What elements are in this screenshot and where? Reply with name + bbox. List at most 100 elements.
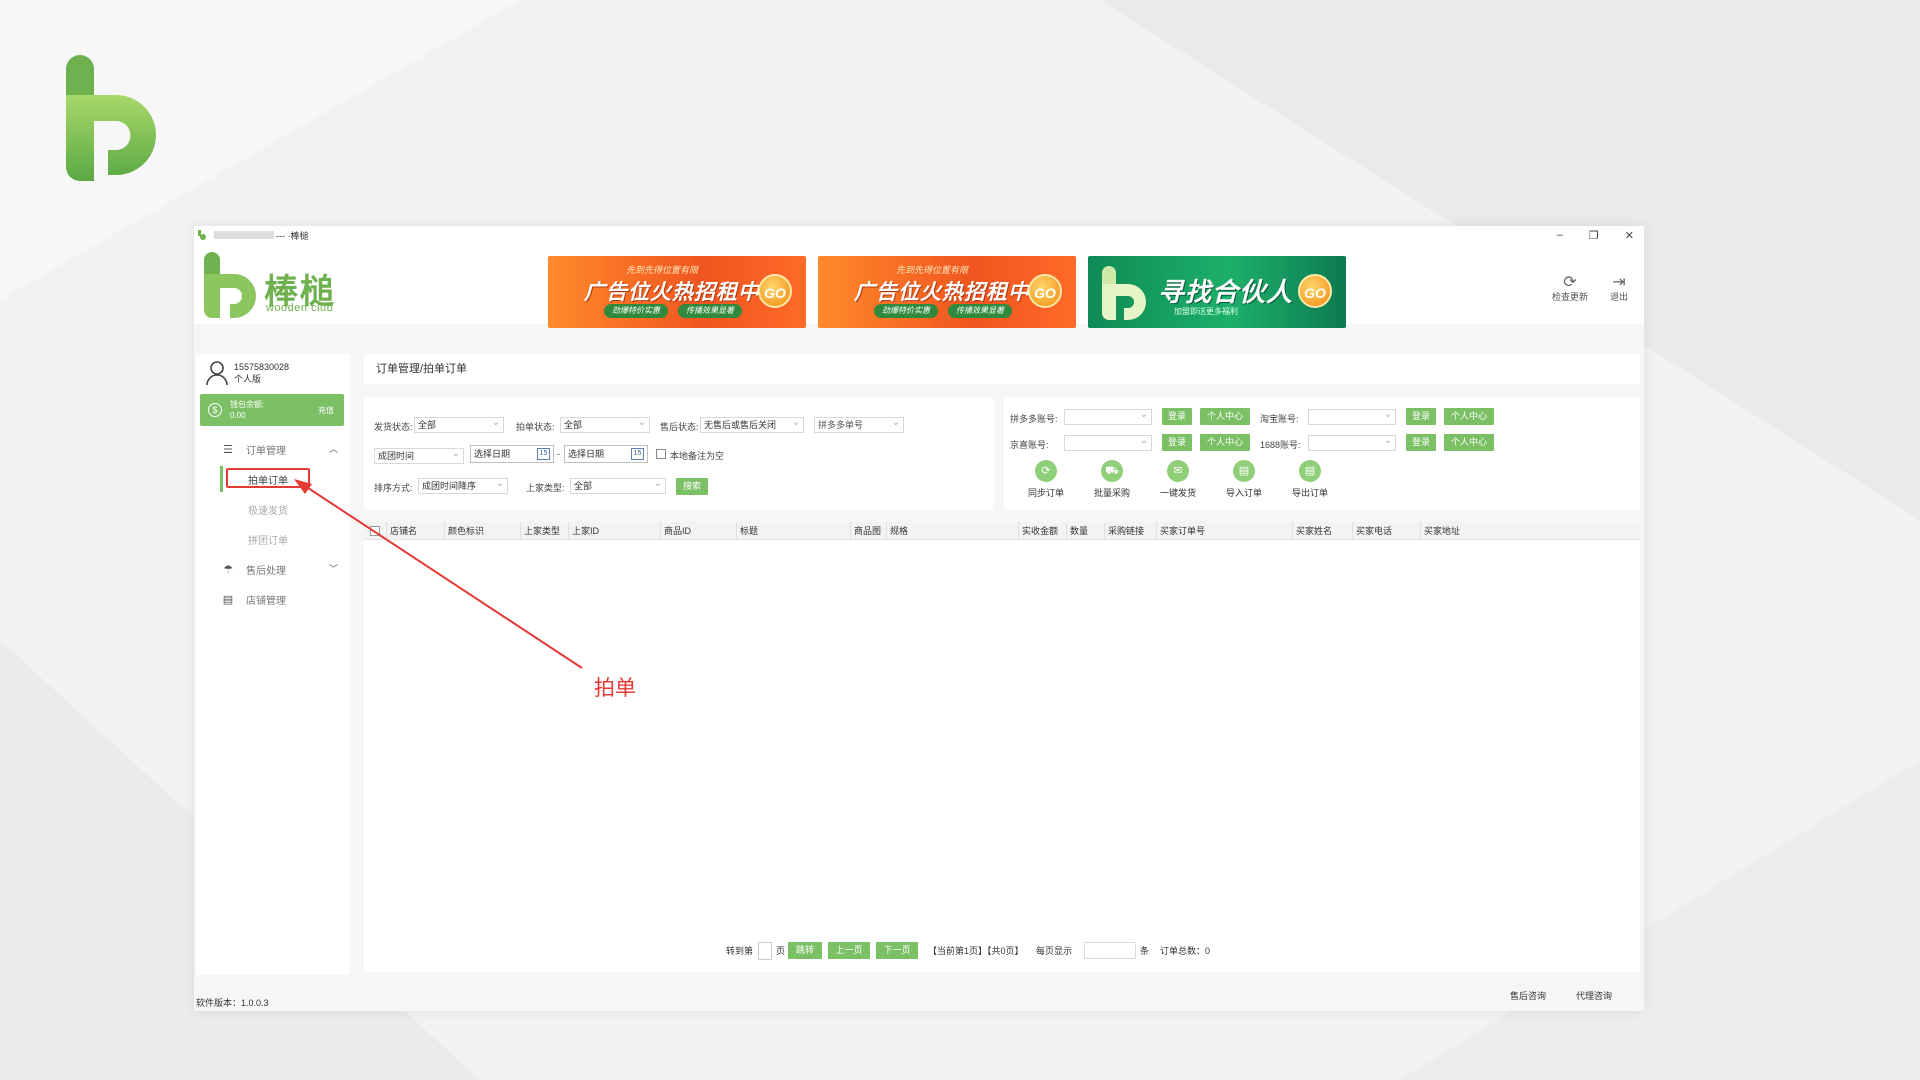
calendar-icon[interactable]: 15	[631, 448, 644, 460]
sync-orders-button[interactable]: ⟳ 同步订单	[1016, 460, 1076, 499]
export-orders-button[interactable]: ▤ 导出订单	[1280, 460, 1340, 499]
sidebar-item-shop-management[interactable]: ▤ 店铺管理	[196, 584, 350, 614]
column-header[interactable]: 买家姓名	[1292, 522, 1352, 540]
taobao-account-select[interactable]	[1308, 408, 1396, 425]
title-bar: --- ·棒槌 – ❐ ✕	[194, 226, 1644, 244]
app-small-icon	[198, 230, 206, 240]
banner-logo-icon	[1102, 266, 1146, 320]
column-header[interactable]: 店铺名	[386, 522, 444, 540]
check-update-button[interactable]: ⟳ 检查更新	[1548, 272, 1592, 303]
batch-purchase-button[interactable]: ⛟ 批量采购	[1082, 460, 1142, 499]
select-all-checkbox[interactable]	[370, 526, 380, 536]
column-header[interactable]: 买家电话	[1352, 522, 1420, 540]
user-info: 15575830028 个人版	[206, 360, 289, 386]
sidebar-item-group-orders[interactable]: 拼团订单	[196, 524, 350, 554]
date-end-picker[interactable]: 选择日期 15	[564, 445, 648, 463]
import-icon: ▤	[1233, 460, 1255, 482]
go-badge-icon: GO	[758, 274, 792, 308]
sidebar-item-pai-dan-orders[interactable]: 拍单订单	[196, 464, 350, 494]
jd-account-select[interactable]	[1064, 434, 1152, 451]
app-window: --- ·棒槌 – ❐ ✕ 棒槌 wooden club 先到先得位置有限 广告…	[194, 226, 1644, 1011]
page-number-input[interactable]	[758, 942, 772, 960]
list-icon: ☰	[223, 443, 233, 456]
restore-button[interactable]: ❐	[1589, 229, 1599, 242]
banner-top-text: 先到先得位置有限	[626, 265, 699, 275]
prev-page-button[interactable]: 上一页	[828, 942, 870, 959]
sidebar-item-after-sale[interactable]: ☂ 售后处理 ﹀	[196, 554, 350, 584]
pdd-center-button[interactable]: 个人中心	[1200, 408, 1250, 425]
ship-icon: ✉	[1167, 460, 1189, 482]
supplier-type-select[interactable]: 全部	[570, 477, 666, 494]
sidebar-item-fast-shipping[interactable]: 极速发货	[196, 494, 350, 524]
import-orders-button[interactable]: ▤ 导入订单	[1214, 460, 1274, 499]
logout-button[interactable]: ⇥ 退出	[1597, 272, 1641, 303]
column-header[interactable]: 上家ID	[568, 522, 660, 540]
agent-consult-link[interactable]: 代理咨询	[1576, 989, 1612, 1002]
banner-sub-text: 加盟即送更多福利	[1174, 307, 1238, 316]
per-page-label: 每页显示	[1036, 946, 1073, 956]
pdd-order-number-input[interactable]: 拼多多单号	[814, 416, 904, 433]
jd-center-button[interactable]: 个人中心	[1200, 434, 1250, 451]
order-total: 订单总数：0	[1160, 946, 1211, 956]
ship-status-select[interactable]: 全部	[414, 416, 504, 433]
time-type-select[interactable]: 成团时间	[374, 447, 464, 464]
sidebar-item-order-management[interactable]: ☰ 订单管理 ︿	[196, 434, 350, 464]
per-unit-label: 条	[1140, 946, 1150, 956]
breadcrumb: 订单管理/拍单订单	[364, 354, 1640, 384]
ali1688-account-select[interactable]	[1308, 434, 1396, 451]
chevron-down-icon: ﹀	[328, 564, 338, 574]
column-header[interactable]: 实收金额	[1018, 522, 1066, 540]
after-sale-consult-link[interactable]: 售后咨询	[1510, 989, 1546, 1002]
column-header[interactable]: 数量	[1066, 522, 1104, 540]
ad-banner-3[interactable]: 寻找合伙人 加盟即送更多福利 GO	[1088, 256, 1346, 328]
jump-button[interactable]: 跳转	[788, 942, 822, 959]
close-button[interactable]: ✕	[1625, 229, 1634, 242]
pagination: 转到第 页 跳转 上一页 下一页 【当前第1页】【共0页】 每页显示 条 订单总…	[364, 940, 1640, 962]
column-header[interactable]: 采购链接	[1104, 522, 1156, 540]
ali1688-center-button[interactable]: 个人中心	[1444, 434, 1494, 451]
sidebar: 15575830028 个人版 $ 钱包余额: 0.00 充值 ☰ 订单管理 ︿…	[196, 354, 350, 975]
action-label: 同步订单	[1027, 488, 1064, 498]
sort-select[interactable]: 成团时间降序	[418, 477, 508, 494]
jd-login-button[interactable]: 登录	[1162, 434, 1192, 451]
date-separator: -	[557, 449, 560, 459]
after-sale-status-select[interactable]: 无售后或售后关闭	[700, 416, 804, 433]
shop-icon: ▤	[222, 593, 234, 606]
action-label: 导入订单	[1225, 488, 1262, 498]
banner-pill: 劲爆特价实惠	[604, 304, 668, 318]
column-header[interactable]: 标题	[736, 522, 850, 540]
column-header[interactable]: 商品ID	[660, 522, 736, 540]
ship-status-label: 发货状态:	[374, 422, 413, 432]
supplier-type-label: 上家类型:	[526, 483, 565, 493]
pdd-account-select[interactable]	[1064, 408, 1152, 425]
calendar-icon[interactable]: 15	[537, 448, 550, 460]
goto-label: 转到第	[726, 946, 754, 956]
search-button[interactable]: 搜索	[676, 478, 708, 495]
column-header[interactable]: 上家类型	[520, 522, 568, 540]
title-redacted	[214, 231, 274, 239]
per-page-select[interactable]	[1084, 942, 1136, 959]
remark-empty-checkbox[interactable]	[656, 449, 666, 459]
one-click-ship-button[interactable]: ✉ 一键发货	[1148, 460, 1208, 499]
filter-panel: 发货状态: 全部 拍单状态: 全部 售后状态: 无售后或售后关闭 拼多多单号 成…	[364, 398, 994, 510]
next-page-button[interactable]: 下一页	[876, 942, 918, 959]
column-header[interactable]: 商品图	[850, 522, 886, 540]
date-start-picker[interactable]: 选择日期 15	[470, 445, 554, 463]
column-header[interactable]: 买家订单号	[1156, 522, 1292, 540]
ad-banner-1[interactable]: 先到先得位置有限 广告位火热招租中 劲爆特价实惠 传播效果显著 GO	[548, 256, 806, 328]
page-status: 【当前第1页】【共0页】	[928, 946, 1024, 956]
ad-banner-2[interactable]: 先到先得位置有限 广告位火热招租中 劲爆特价实惠 传播效果显著 GO	[818, 256, 1076, 328]
minimize-button[interactable]: –	[1557, 229, 1563, 241]
column-header[interactable]: 颜色标识	[444, 522, 520, 540]
column-header[interactable]: 规格	[886, 522, 1018, 540]
ali1688-login-button[interactable]: 登录	[1406, 434, 1436, 451]
column-header[interactable]: 买家地址	[1420, 522, 1640, 540]
taobao-login-button[interactable]: 登录	[1406, 408, 1436, 425]
order-status-select[interactable]: 全部	[560, 416, 650, 433]
wallet-balance: $ 钱包余额: 0.00 充值	[200, 394, 344, 426]
taobao-center-button[interactable]: 个人中心	[1444, 408, 1494, 425]
pdd-login-button[interactable]: 登录	[1162, 408, 1192, 425]
menu-label: 售后处理	[246, 565, 286, 577]
recharge-button[interactable]: 充值	[318, 405, 334, 416]
after-sale-status-label: 售后状态:	[660, 422, 699, 432]
